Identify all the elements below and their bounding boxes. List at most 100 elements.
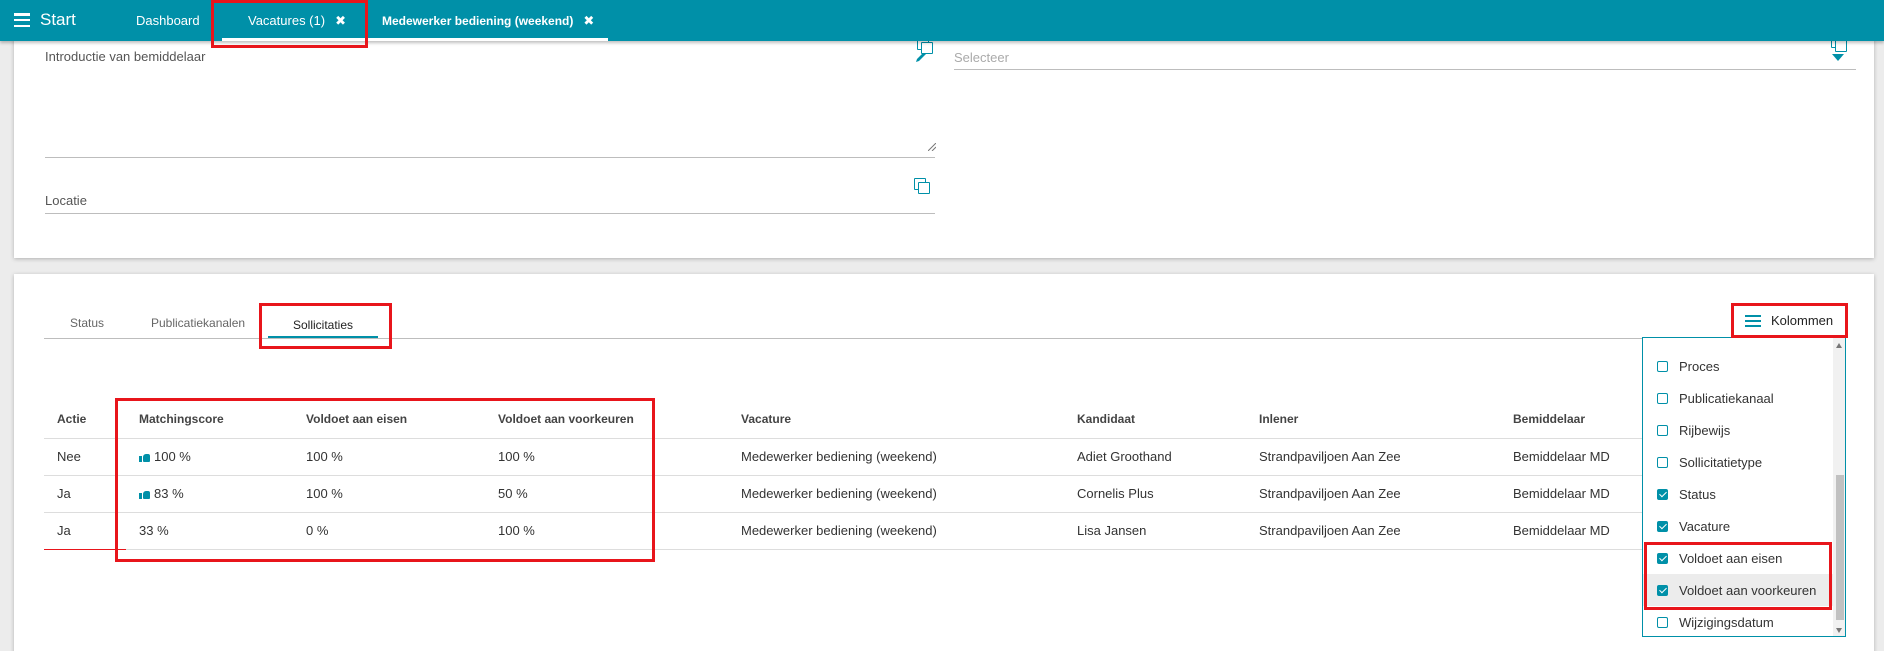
column-option-status[interactable]: Status bbox=[1643, 478, 1833, 510]
checkbox[interactable] bbox=[1657, 360, 1668, 372]
column-option-vacature[interactable]: Vacature bbox=[1643, 510, 1833, 542]
col-header-kandidaat[interactable]: Kandidaat bbox=[1077, 412, 1135, 426]
introductie-field[interactable] bbox=[45, 157, 935, 158]
locatie-label: Locatie bbox=[45, 193, 87, 208]
checkbox[interactable] bbox=[1657, 392, 1668, 404]
column-option-eisen[interactable]: Voldoet aan eisen bbox=[1643, 542, 1833, 574]
cell-eisen: 100 % bbox=[306, 449, 343, 464]
cell-voorkeuren: 100 % bbox=[498, 523, 535, 538]
tab-label: Dashboard bbox=[136, 13, 200, 28]
checkbox-checked[interactable] bbox=[1657, 584, 1668, 596]
checkbox-checked[interactable] bbox=[1657, 488, 1668, 500]
cell-score: 83 % bbox=[139, 486, 184, 501]
list-icon bbox=[1745, 314, 1761, 327]
cell-inlener: Strandpaviljoen Aan Zee bbox=[1259, 486, 1401, 501]
option-label: Status bbox=[1679, 486, 1716, 502]
option-label: Proces bbox=[1679, 358, 1720, 374]
option-label: Sollicitatietype bbox=[1679, 454, 1763, 470]
scroll-down-icon[interactable] bbox=[1836, 628, 1842, 633]
thumbs-up-icon bbox=[139, 452, 150, 462]
checkbox[interactable] bbox=[1657, 456, 1668, 468]
option-label: Rijbewijs bbox=[1679, 422, 1731, 438]
thumbs-up-icon bbox=[139, 489, 150, 499]
copy-icon[interactable] bbox=[914, 178, 930, 194]
subtab-publicatiekanalen[interactable]: Publicatiekanalen bbox=[151, 316, 245, 330]
hamburger-icon bbox=[14, 13, 30, 27]
row-divider bbox=[44, 475, 1644, 476]
tab-dashboard[interactable]: Dashboard bbox=[136, 0, 200, 41]
cell-vacature: Medewerker bediening (weekend) bbox=[741, 523, 937, 538]
col-header-inlener[interactable]: Inlener bbox=[1259, 412, 1298, 426]
column-option-rijbewijs[interactable]: Rijbewijs bbox=[1643, 414, 1833, 446]
cell-vacature: Medewerker bediening (weekend) bbox=[741, 486, 937, 501]
subtab-sollicitaties[interactable]: Sollicitaties bbox=[293, 318, 353, 332]
tab-label: Vacatures (1) bbox=[248, 13, 326, 28]
cell-voorkeuren: 100 % bbox=[498, 449, 535, 464]
col-header-matchingscore[interactable]: Matchingscore bbox=[139, 412, 224, 426]
introductie-label: Introductie van bemiddelaar bbox=[45, 49, 206, 64]
column-option-sollicitatietype[interactable]: Sollicitatietype bbox=[1643, 446, 1833, 478]
cell-score: 100 % bbox=[139, 449, 191, 464]
cell-score: 33 % bbox=[139, 523, 169, 538]
close-icon[interactable]: ✖ bbox=[583, 13, 594, 29]
close-icon[interactable]: ✖ bbox=[335, 13, 346, 29]
scroll-thumb[interactable] bbox=[1836, 475, 1844, 620]
option-label: Publicatiekanaal bbox=[1679, 390, 1774, 406]
scrollbar[interactable] bbox=[1833, 338, 1845, 636]
kolommen-label: Kolommen bbox=[1771, 313, 1834, 328]
subtab-status[interactable]: Status bbox=[70, 316, 104, 330]
option-label: Voldoet aan eisen bbox=[1679, 550, 1783, 566]
score-value: 100 % bbox=[154, 449, 191, 464]
col-header-vacature[interactable]: Vacature bbox=[741, 412, 791, 426]
col-header-actie[interactable]: Actie bbox=[57, 412, 86, 426]
header-divider bbox=[44, 438, 1644, 439]
cell-bemiddelaar: Bemiddelaar MD bbox=[1513, 523, 1610, 538]
cell-inlener: Strandpaviljoen Aan Zee bbox=[1259, 523, 1401, 538]
cell-bemiddelaar: Bemiddelaar MD bbox=[1513, 486, 1610, 501]
resize-handle-icon[interactable] bbox=[927, 138, 937, 152]
column-option-proces[interactable]: Proces bbox=[1643, 350, 1833, 382]
checkbox-checked[interactable] bbox=[1657, 520, 1668, 532]
cell-inlener: Strandpaviljoen Aan Zee bbox=[1259, 449, 1401, 464]
scroll-up-icon[interactable] bbox=[1836, 343, 1842, 348]
col-header-bemiddelaar[interactable]: Bemiddelaar bbox=[1513, 412, 1585, 426]
cell-bemiddelaar: Bemiddelaar MD bbox=[1513, 449, 1610, 464]
cell-kandidaat: Adiet Groothand bbox=[1077, 449, 1172, 464]
top-navigation-bar: Start Dashboard Vacatures (1) ✖ Medewerk… bbox=[0, 0, 1884, 41]
start-menu-button[interactable]: Start bbox=[14, 10, 76, 30]
cell-voorkeuren: 50 % bbox=[498, 486, 528, 501]
cell-actie: Ja bbox=[57, 523, 71, 538]
columns-menu[interactable]: Proces Publicatiekanaal Rijbewijs Sollic… bbox=[1642, 337, 1846, 637]
option-label: Vacature bbox=[1679, 518, 1731, 534]
checkbox[interactable] bbox=[1657, 616, 1668, 628]
col-header-eisen[interactable]: Voldoet aan eisen bbox=[306, 412, 407, 426]
start-label: Start bbox=[40, 10, 76, 29]
score-value: 83 % bbox=[154, 486, 184, 501]
score-value: 33 % bbox=[139, 523, 169, 538]
cell-kandidaat: Lisa Jansen bbox=[1077, 523, 1147, 538]
option-label: Wijzigingsdatum bbox=[1679, 614, 1774, 630]
cell-actie: Ja bbox=[57, 486, 71, 501]
cell-kandidaat: Cornelis Plus bbox=[1077, 486, 1154, 501]
column-option-publicatiekanaal[interactable]: Publicatiekanaal bbox=[1643, 382, 1833, 414]
col-header-voorkeuren[interactable]: Voldoet aan voorkeuren bbox=[498, 412, 634, 426]
checkbox-checked[interactable] bbox=[1657, 552, 1668, 564]
column-option-wijzigingsdatum[interactable]: Wijzigingsdatum bbox=[1643, 606, 1833, 636]
select-field[interactable] bbox=[954, 69, 1856, 70]
row-divider bbox=[44, 549, 1644, 550]
checkbox[interactable] bbox=[1657, 424, 1668, 436]
cell-eisen: 100 % bbox=[306, 486, 343, 501]
locatie-field[interactable] bbox=[45, 213, 935, 214]
column-option-voorkeuren[interactable]: Voldoet aan voorkeuren bbox=[1643, 574, 1833, 606]
dropdown-caret-icon[interactable] bbox=[1832, 54, 1844, 61]
subtab-divider bbox=[44, 338, 1844, 339]
tab-label: Medewerker bediening (weekend) bbox=[382, 13, 574, 28]
tab-vacatures[interactable]: Vacatures (1) ✖ bbox=[222, 0, 371, 41]
option-label: Voldoet aan voorkeuren bbox=[1679, 582, 1817, 598]
cell-vacature: Medewerker bediening (weekend) bbox=[741, 449, 937, 464]
tab-medewerker-bediening[interactable]: Medewerker bediening (weekend) ✖ bbox=[370, 0, 609, 41]
kolommen-button[interactable]: Kolommen bbox=[1745, 313, 1833, 328]
cell-actie: Nee bbox=[57, 449, 81, 464]
row-divider bbox=[44, 512, 1644, 513]
select-placeholder[interactable]: Selecteer bbox=[954, 50, 1009, 65]
